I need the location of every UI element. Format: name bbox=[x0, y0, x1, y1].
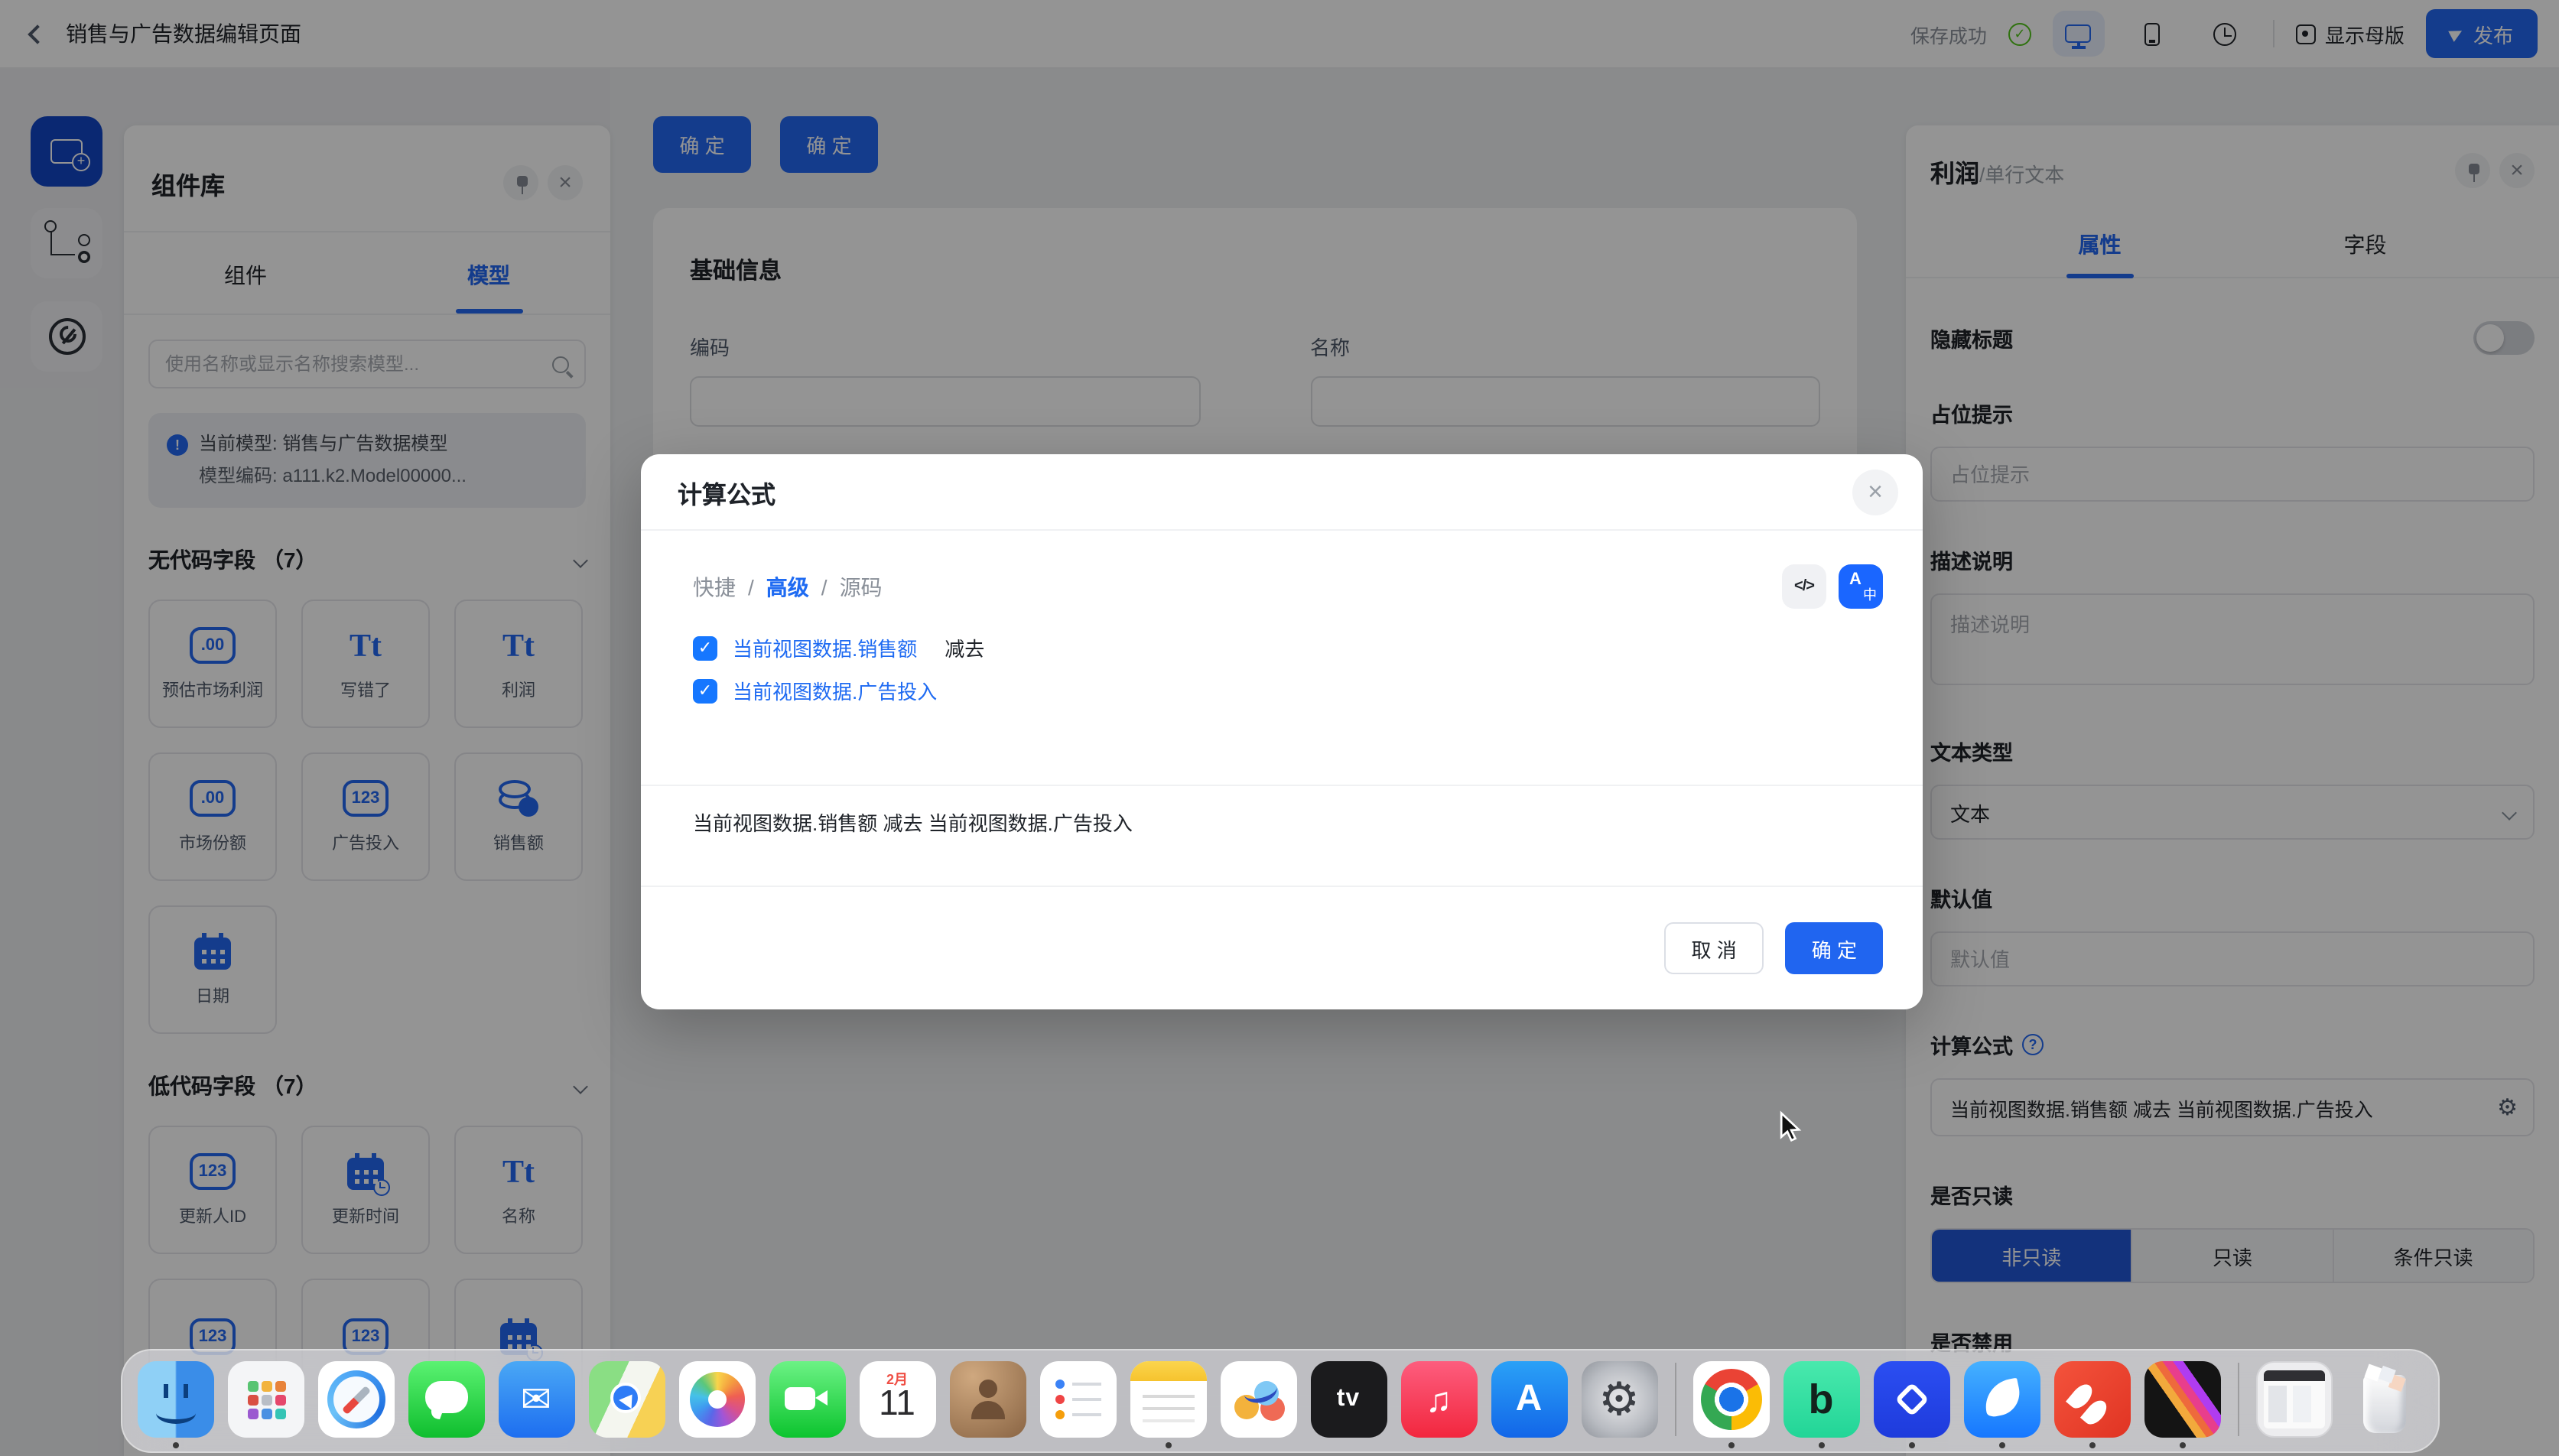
dock-mail[interactable]: ✉ bbox=[498, 1361, 574, 1448]
checkbox-checked-icon[interactable]: ✓ bbox=[693, 678, 717, 703]
messages-icon bbox=[408, 1361, 484, 1438]
music-icon: ♫ bbox=[1400, 1361, 1477, 1438]
chrome-icon bbox=[1692, 1361, 1769, 1438]
dock-messages[interactable] bbox=[408, 1361, 484, 1448]
maps-icon bbox=[588, 1361, 665, 1438]
operator-minus: 减去 bbox=[945, 633, 984, 662]
minimized-window-icon bbox=[2255, 1361, 2332, 1438]
mode-advanced[interactable]: 高级 bbox=[766, 571, 809, 602]
formula-term-row: ✓ 当前视图数据.广告投入 bbox=[693, 676, 1883, 705]
mode-separator: / bbox=[821, 574, 828, 599]
blue-shield-app-icon bbox=[1873, 1361, 1949, 1438]
dock-dingtalk[interactable] bbox=[1963, 1361, 2040, 1448]
term-sales[interactable]: 当前视图数据.销售额 bbox=[733, 633, 917, 662]
screen: 销售与广告数据编辑页面 保存成功 ✓ 显示母版 发布 + 组件 bbox=[0, 0, 2559, 1456]
notes-icon bbox=[1130, 1361, 1206, 1438]
apple-tv-icon: tv bbox=[1310, 1361, 1387, 1438]
finder-icon bbox=[137, 1361, 213, 1438]
dock-chrome[interactable] bbox=[1692, 1361, 1769, 1448]
red-app-icon bbox=[2053, 1361, 2130, 1438]
cancel-button[interactable]: 取 消 bbox=[1664, 922, 1764, 974]
mode-quick[interactable]: 快捷 bbox=[693, 571, 736, 602]
translate-button[interactable] bbox=[1839, 564, 1883, 609]
dock-facetime[interactable] bbox=[769, 1361, 845, 1448]
dialog-close-button[interactable]: × bbox=[1852, 469, 1898, 515]
mail-icon: ✉ bbox=[498, 1361, 574, 1438]
dock-trash[interactable] bbox=[2346, 1361, 2422, 1448]
dock-system-settings[interactable]: ⚙ bbox=[1581, 1361, 1657, 1448]
dock-divider bbox=[2237, 1363, 2239, 1436]
macos-dock: ✉ 2月11 tv ♫ A ⚙ b bbox=[120, 1349, 2439, 1453]
safari-icon bbox=[317, 1361, 394, 1438]
mode-separator: / bbox=[748, 574, 754, 599]
dock-maps[interactable] bbox=[588, 1361, 665, 1448]
dock-finder[interactable] bbox=[137, 1361, 213, 1448]
dock-notes[interactable] bbox=[1130, 1361, 1206, 1448]
dock-stripes-app[interactable] bbox=[2144, 1361, 2220, 1448]
dock-safari[interactable] bbox=[317, 1361, 394, 1448]
dock-reminders[interactable] bbox=[1039, 1361, 1116, 1448]
dock-freeform[interactable] bbox=[1220, 1361, 1296, 1448]
facetime-icon bbox=[769, 1361, 845, 1438]
stripes-app-icon bbox=[2144, 1361, 2220, 1438]
freeform-icon bbox=[1220, 1361, 1296, 1438]
dock-contacts[interactable] bbox=[949, 1361, 1026, 1448]
settings-gear-icon: ⚙ bbox=[1581, 1361, 1657, 1438]
confirm-button[interactable]: 确 定 bbox=[1786, 922, 1883, 974]
trash-icon bbox=[2346, 1361, 2422, 1438]
b-app-icon: b bbox=[1783, 1361, 1859, 1438]
formula-preview: 当前视图数据.销售额 减去 当前视图数据.广告投入 bbox=[641, 785, 1923, 886]
checkbox-checked-icon[interactable]: ✓ bbox=[693, 635, 717, 660]
dock-b-app[interactable]: b bbox=[1783, 1361, 1859, 1448]
calendar-icon: 2月11 bbox=[859, 1361, 935, 1438]
mode-source[interactable]: 源码 bbox=[840, 571, 883, 602]
reminders-icon bbox=[1039, 1361, 1116, 1438]
dock-app-store[interactable]: A bbox=[1491, 1361, 1567, 1448]
dock-divider bbox=[1674, 1363, 1676, 1436]
dingtalk-icon bbox=[1963, 1361, 2040, 1438]
formula-term-row: ✓ 当前视图数据.销售额 减去 bbox=[693, 633, 1883, 662]
dock-red-app[interactable] bbox=[2053, 1361, 2130, 1448]
dock-blue-shield-app[interactable] bbox=[1873, 1361, 1949, 1448]
contacts-icon bbox=[949, 1361, 1026, 1438]
photos-icon bbox=[678, 1361, 755, 1438]
dialog-title: 计算公式 bbox=[678, 473, 776, 510]
dock-window-preview[interactable] bbox=[2255, 1361, 2332, 1448]
dock-music[interactable]: ♫ bbox=[1400, 1361, 1477, 1448]
formula-dialog: 计算公式 × 快捷 / 高级 / 源码 ✓ 当前视图数据.销售额 减去 bbox=[641, 454, 1923, 1009]
dock-launchpad[interactable] bbox=[227, 1361, 304, 1448]
code-view-button[interactable] bbox=[1782, 564, 1826, 609]
dock-calendar[interactable]: 2月11 bbox=[859, 1361, 935, 1448]
dock-photos[interactable] bbox=[678, 1361, 755, 1448]
launchpad-icon bbox=[227, 1361, 304, 1438]
dock-apple-tv[interactable]: tv bbox=[1310, 1361, 1387, 1448]
app-store-icon: A bbox=[1491, 1361, 1567, 1438]
term-ad-spend[interactable]: 当前视图数据.广告投入 bbox=[733, 676, 937, 705]
